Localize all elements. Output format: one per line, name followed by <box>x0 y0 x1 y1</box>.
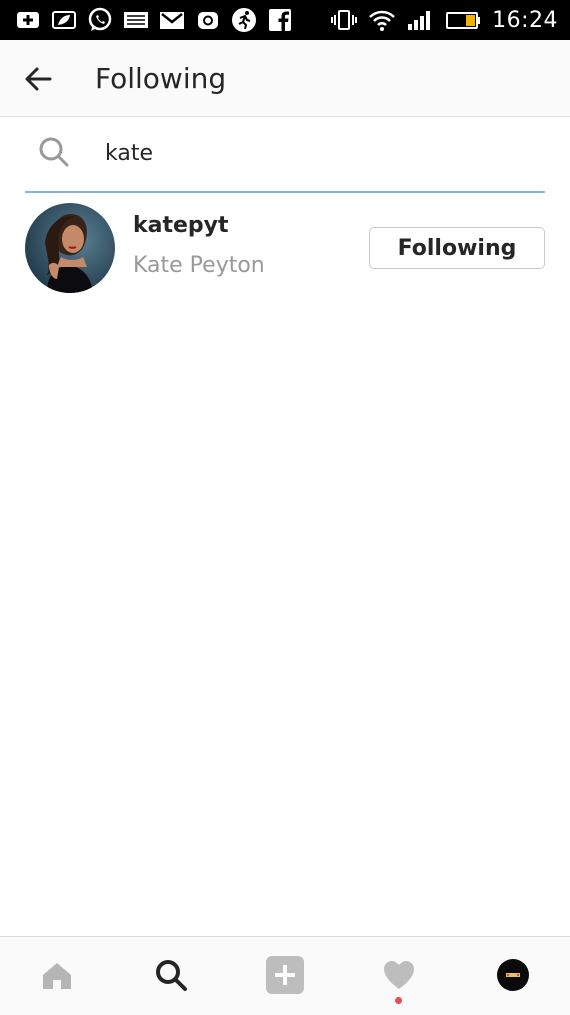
nav-activity[interactable] <box>379 955 419 995</box>
list-item[interactable]: katepyt Kate Peyton Following <box>25 203 545 295</box>
gmail-icon <box>158 6 186 34</box>
facebook-icon <box>266 6 294 34</box>
back-button[interactable] <box>18 59 58 99</box>
add-icon <box>266 956 304 994</box>
search-icon <box>39 137 69 167</box>
nav-search[interactable] <box>151 955 191 995</box>
whatsapp-icon <box>86 6 114 34</box>
page-title: Following <box>95 62 227 95</box>
heart-icon <box>384 961 414 989</box>
status-bar: 16:24 <box>0 0 570 40</box>
username: katepyt <box>133 213 229 238</box>
search-icon <box>156 960 187 991</box>
wifi-icon <box>368 6 396 34</box>
camera-icon <box>194 6 222 34</box>
following-button[interactable]: Following <box>369 227 545 269</box>
arrow-left-icon <box>25 67 52 91</box>
search-bar <box>25 117 545 193</box>
status-time: 16:24 <box>492 7 558 33</box>
vibrate-icon <box>330 6 358 34</box>
add-box-icon <box>14 6 42 34</box>
nav-home[interactable] <box>37 955 77 995</box>
notification-dot <box>395 997 402 1004</box>
avatar[interactable] <box>25 203 115 293</box>
nav-add[interactable] <box>265 955 305 995</box>
app-header: Following <box>0 40 570 117</box>
message-icon <box>122 6 150 34</box>
full-name: Kate Peyton <box>133 253 265 278</box>
bottom-nav <box>0 936 570 1015</box>
status-notification-icons <box>0 6 294 34</box>
profile-avatar <box>497 959 529 991</box>
home-icon <box>43 963 71 989</box>
status-system-icons: 16:24 <box>330 0 558 40</box>
leaf-icon <box>50 6 78 34</box>
runner-icon <box>230 6 258 34</box>
search-input[interactable] <box>105 135 525 171</box>
nav-profile[interactable] <box>493 955 533 995</box>
signal-icon <box>406 6 434 34</box>
battery-icon <box>444 6 482 34</box>
